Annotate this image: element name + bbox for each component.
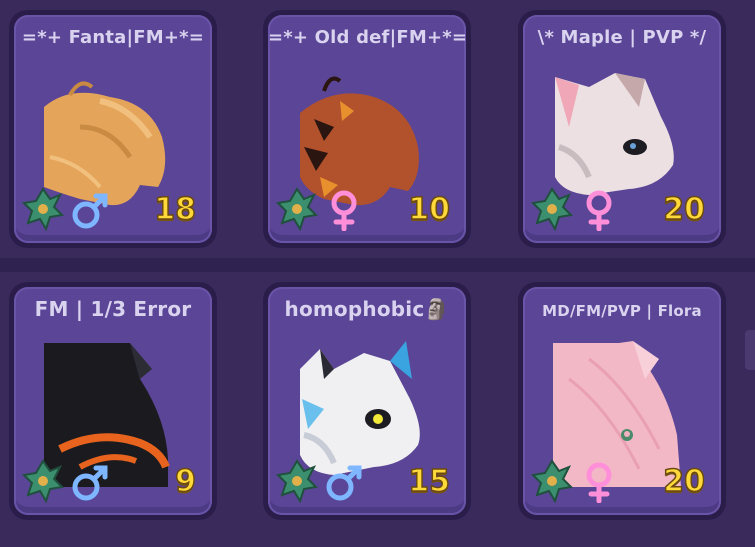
dragon-card-body: \* Maple | PVP */ 20 — [523, 15, 721, 243]
dragon-inventory-grid: =*+ Fanta|FM+*= 18 =*+ Old def|FM+*= 10 … — [0, 0, 755, 547]
dragon-card[interactable]: MD/FM/PVP | Flora 20 — [518, 282, 726, 520]
dragon-species-icon — [274, 457, 320, 505]
female-icon — [324, 189, 364, 232]
dragon-level: 15 — [408, 463, 451, 500]
dragon-name: =*+ Fanta|FM+*= — [21, 27, 205, 48]
dragon-name: FM | 1/3 Error — [34, 297, 192, 321]
dragon-level: 18 — [154, 191, 197, 228]
dragon-species-icon — [274, 185, 320, 233]
dragon-card-body: =*+ Old def|FM+*= 10 — [268, 15, 466, 243]
dragon-card[interactable]: =*+ Old def|FM+*= 10 — [263, 10, 471, 248]
dragon-card-body: MD/FM/PVP | Flora 20 — [523, 287, 721, 515]
female-icon — [579, 461, 619, 504]
dragon-card-body: FM | 1/3 Error 9 — [14, 287, 212, 515]
male-icon — [70, 189, 110, 231]
dragon-level: 9 — [174, 463, 196, 500]
dragon-card[interactable]: \* Maple | PVP */ 20 — [518, 10, 726, 248]
dragon-name: =*+ Old def|FM+*= — [268, 27, 466, 48]
dragon-name: homophobic🗿 — [284, 297, 450, 321]
male-icon — [324, 461, 364, 503]
dragon-card[interactable]: =*+ Fanta|FM+*= 18 — [9, 10, 217, 248]
dragon-level: 20 — [663, 463, 706, 500]
dragon-species-icon — [20, 457, 66, 505]
dragon-level: 20 — [663, 191, 706, 228]
male-icon — [70, 461, 110, 503]
dragon-card[interactable]: FM | 1/3 Error 9 — [9, 282, 217, 520]
dragon-name: \* Maple | PVP */ — [537, 27, 707, 48]
dragon-card-body: homophobic🗿 15 — [268, 287, 466, 515]
dragon-level: 10 — [408, 191, 451, 228]
dragon-species-icon — [20, 185, 66, 233]
dragon-card-body: =*+ Fanta|FM+*= 18 — [14, 15, 212, 243]
dragon-species-icon — [529, 457, 575, 505]
dragon-card[interactable]: homophobic🗿 15 — [263, 282, 471, 520]
female-icon — [579, 189, 619, 232]
dragon-name: MD/FM/PVP | Flora — [542, 302, 702, 320]
dragon-species-icon — [529, 185, 575, 233]
